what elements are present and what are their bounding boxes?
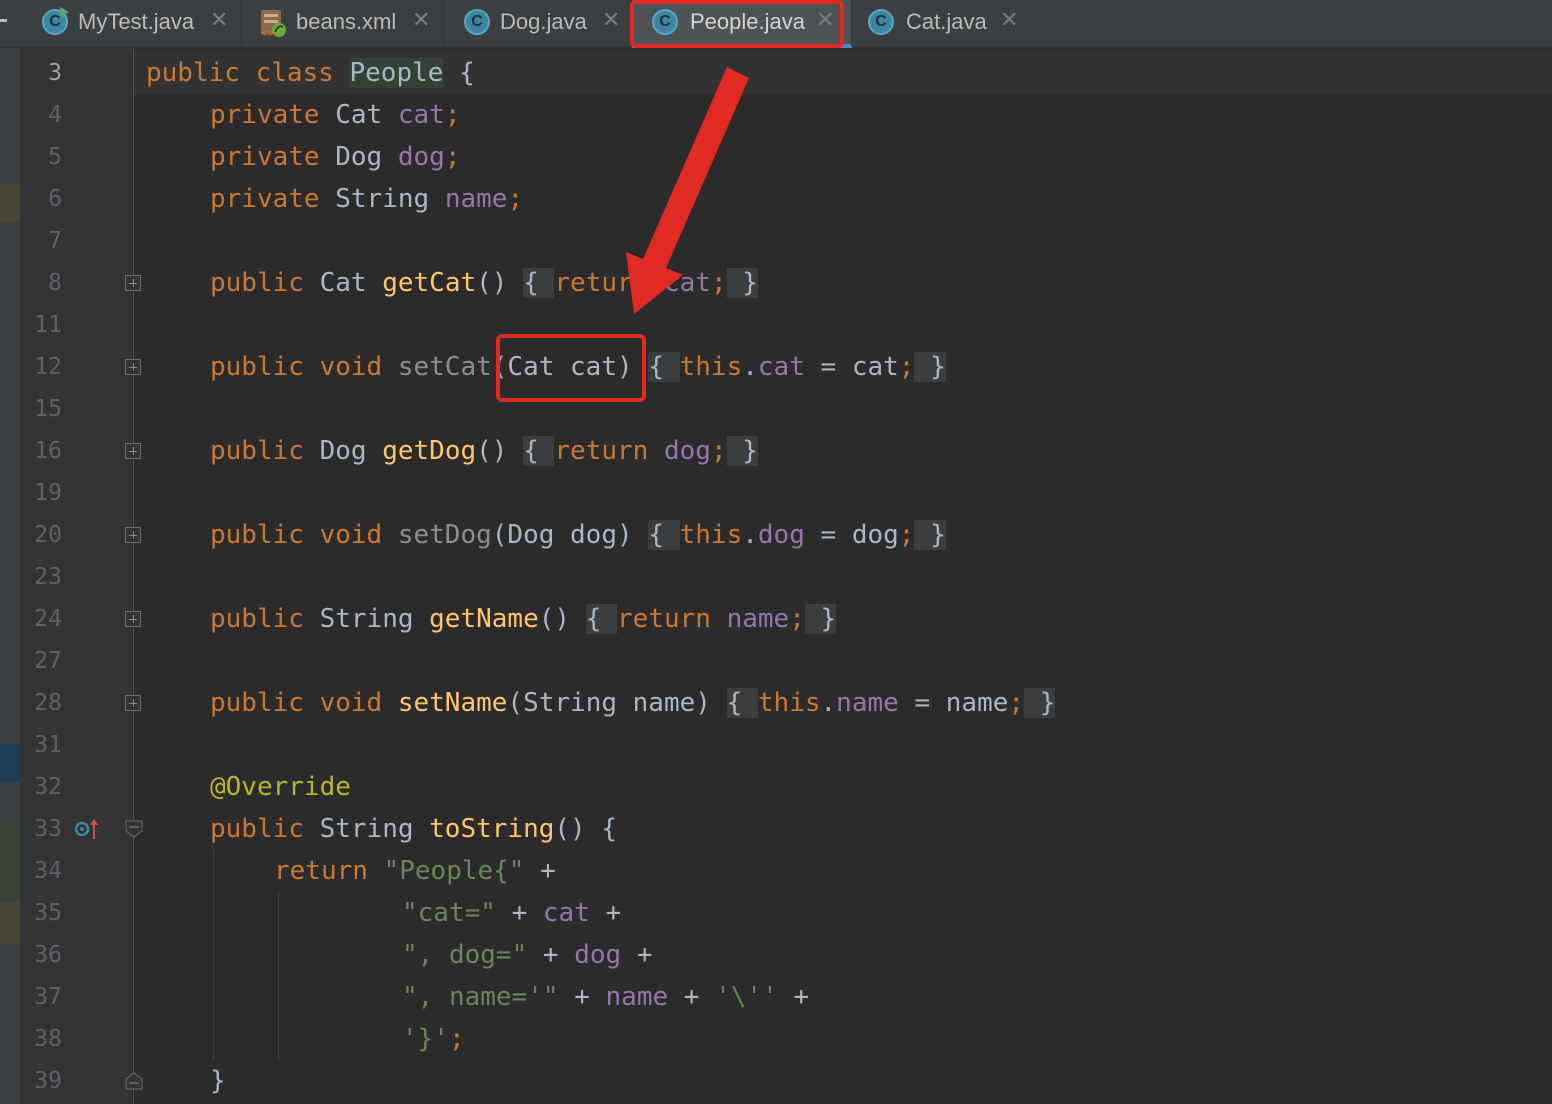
tab-mytest-java[interactable]: C MyTest.java ✕	[20, 0, 242, 46]
close-icon[interactable]: ✕	[816, 8, 834, 33]
code-line-36: ", dog=" + dog +	[402, 940, 653, 970]
change-marker	[0, 822, 20, 902]
code-line-5: private Dog dog;	[210, 142, 461, 172]
change-marker	[0, 184, 20, 222]
tab-cat-java[interactable]: C Cat.java ✕	[852, 0, 1032, 46]
line-number: 12	[34, 354, 62, 380]
line-number: 6	[48, 186, 62, 212]
left-tool-strip	[0, 48, 20, 1104]
editor-tab-bar: C MyTest.java ✕ <> beans.xml ✕ C Dog.jav…	[0, 0, 1552, 48]
change-marker	[0, 902, 20, 944]
code-line-34: return "People{" +	[274, 856, 556, 886]
tab-label: MyTest.java	[78, 9, 195, 34]
line-number: 16	[34, 438, 62, 464]
line-number: 15	[34, 396, 62, 422]
tab-label: beans.xml	[296, 9, 397, 34]
line-number: 4	[48, 102, 62, 128]
line-number: 24	[34, 606, 62, 632]
line-number: 38	[34, 1026, 62, 1052]
close-icon[interactable]: ✕	[412, 8, 430, 33]
code-line-39: }	[210, 1066, 226, 1096]
line-number: 27	[34, 648, 62, 674]
line-number: 19	[34, 480, 62, 506]
line-number: 28	[34, 690, 62, 716]
line-number: 34	[34, 858, 62, 884]
code-line-35: "cat=" + cat +	[402, 898, 622, 928]
tab-label: Dog.java	[500, 9, 587, 34]
line-number: 3	[48, 60, 62, 86]
code-line-33: public String toString() {	[210, 814, 618, 844]
code-line-28: public void setName(String name) { this.…	[210, 688, 1056, 718]
line-number: 37	[34, 984, 62, 1010]
java-class-icon: C	[652, 9, 678, 35]
line-number: 8	[48, 270, 62, 296]
close-icon[interactable]: ✕	[602, 8, 620, 33]
line-number: 7	[48, 228, 62, 254]
java-class-icon: C	[464, 9, 490, 35]
tab-label: Cat.java	[906, 9, 987, 34]
code-line-16: public Dog getDog() { return dog; }	[210, 436, 758, 466]
code-line-20: public void setDog(Dog dog) { this.dog =…	[210, 520, 946, 550]
close-icon[interactable]: ✕	[1000, 8, 1018, 33]
line-number: 32	[34, 774, 62, 800]
line-number: 39	[34, 1068, 62, 1094]
code-line-37: ", name='" + name + '\'' +	[402, 982, 810, 1012]
line-number: 23	[34, 564, 62, 590]
line-number: 31	[34, 732, 62, 758]
code-line-3: public class People {	[146, 58, 475, 88]
code-line-6: private String name;	[210, 184, 524, 214]
spring-xml-icon: <>	[258, 8, 286, 39]
tab-scroll-marker	[0, 19, 7, 22]
change-marker	[0, 744, 20, 782]
code-line-8: public Cat getCat() { return cat; }	[210, 268, 758, 298]
code-line-24: public String getName() { return name; }	[210, 604, 837, 634]
java-class-run-icon: C	[42, 7, 69, 35]
tab-label: People.java	[690, 9, 805, 34]
tab-beans-xml[interactable]: <> beans.xml ✕	[242, 0, 444, 46]
line-number: 35	[34, 900, 62, 926]
parameter-annotation-box	[496, 334, 646, 402]
code-line-38: '}';	[402, 1024, 465, 1054]
override-method-icon[interactable]	[74, 817, 104, 841]
tab-dog-java[interactable]: C Dog.java ✕	[444, 0, 632, 46]
line-number: 11	[34, 312, 62, 338]
tab-people-java[interactable]: C People.java ✕	[632, 0, 852, 48]
line-number: 5	[48, 144, 62, 170]
java-class-icon: C	[868, 9, 894, 35]
svg-text:<>: <>	[260, 29, 275, 38]
line-number: 33	[34, 816, 62, 842]
close-icon[interactable]: ✕	[210, 8, 228, 33]
code-line-4: private Cat cat;	[210, 100, 461, 130]
line-number: 20	[34, 522, 62, 548]
code-line-32: @Override	[210, 772, 351, 802]
line-number: 36	[34, 942, 62, 968]
